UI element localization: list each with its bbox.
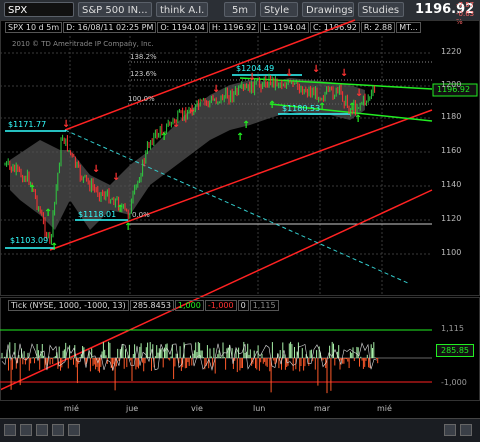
level-label-1180: $1180.53: [282, 104, 321, 113]
settings-icon[interactable]: [444, 424, 456, 436]
pan-icon[interactable]: [36, 424, 48, 436]
y-tick-1180: 1180: [441, 112, 462, 121]
svg-text:↑: ↑: [44, 208, 52, 219]
fib-138: 138.2%: [130, 53, 157, 61]
svg-text:↑: ↑: [50, 242, 58, 253]
level-label-1103: $1103.09: [10, 236, 49, 245]
bottom-toolbar: [0, 418, 480, 442]
level-label-1204: $1204.49: [236, 64, 275, 73]
fib-100: 100.0%: [128, 95, 155, 103]
svg-text:↑: ↑: [124, 222, 132, 233]
x-label-jue: jue: [126, 404, 139, 413]
svg-text:↓: ↓: [312, 64, 320, 75]
tick-axis-bottom: -1,000: [441, 378, 467, 387]
y-tick-1140: 1140: [441, 180, 462, 189]
svg-text:↑: ↑: [28, 184, 36, 195]
tick-histogram: [0, 329, 432, 394]
y-tick-1160: 1160: [441, 146, 462, 155]
x-label-mie: mié: [64, 404, 79, 413]
scroll-right-icon[interactable]: [68, 424, 80, 436]
level-label-1171: $1171.77: [8, 120, 47, 129]
svg-text:↓: ↓: [355, 88, 363, 99]
x-label-vie: vie: [191, 404, 203, 413]
svg-text:↓: ↓: [188, 104, 196, 115]
fib-123: 123.6%: [130, 70, 157, 78]
svg-text:↓: ↓: [248, 72, 256, 83]
svg-text:↓: ↓: [212, 84, 220, 95]
svg-text:↑: ↑: [236, 132, 244, 143]
svg-text:↑: ↑: [354, 114, 362, 125]
expand-icon[interactable]: [460, 424, 472, 436]
svg-text:↓: ↓: [112, 172, 120, 183]
tick-value-tag: 285.85: [436, 344, 474, 357]
tick-axis-top: 1,115: [441, 324, 464, 333]
scroll-left-icon[interactable]: [52, 424, 64, 436]
svg-text:↑: ↑: [116, 204, 124, 215]
svg-text:↑: ↑: [348, 102, 356, 113]
x-label-lun: lun: [253, 404, 266, 413]
svg-text:↓: ↓: [285, 68, 293, 79]
y-tick-1200: 1200: [441, 80, 462, 89]
svg-text:↓: ↓: [340, 68, 348, 79]
svg-text:↓: ↓: [62, 119, 70, 130]
svg-text:↑: ↑: [268, 100, 276, 111]
y-tick-1100: 1100: [441, 248, 462, 257]
svg-text:↓: ↓: [92, 164, 100, 175]
zoom-out-icon[interactable]: [4, 424, 16, 436]
x-label-mar: mar: [314, 404, 330, 413]
svg-text:↓: ↓: [172, 119, 180, 130]
fib-0: 0.0%: [132, 211, 150, 219]
y-tick-1120: 1120: [441, 214, 462, 223]
level-label-1118: $1118.01: [78, 210, 117, 219]
zoom-in-icon[interactable]: [20, 424, 32, 436]
x-label-mie-2: mié: [377, 404, 392, 413]
svg-text:↑: ↑: [242, 120, 250, 131]
svg-text:↑: ↑: [160, 132, 168, 143]
y-tick-1220: 1220: [441, 47, 462, 56]
